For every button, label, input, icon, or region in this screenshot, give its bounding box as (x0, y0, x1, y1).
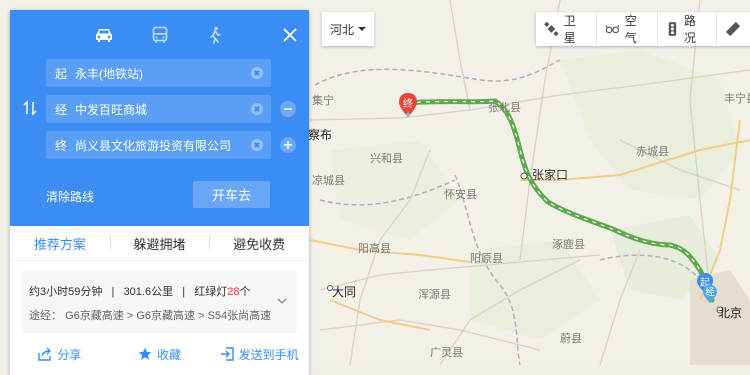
clear-start-icon[interactable] (251, 67, 263, 79)
map-label-xinghe: 兴和县 (370, 153, 403, 165)
route-panel: 起 永丰(地铁站) 经 中发百旺商城 终 尚义县文化旅游投资有限公司 清除路线 … (10, 10, 309, 375)
map-label-yanggao: 阳高县 (358, 243, 391, 255)
map-label-jining: 集宁 (312, 95, 334, 107)
via-tag: 经 (55, 102, 68, 117)
star-icon (138, 347, 152, 360)
map-label-chicheng: 赤城县 (636, 146, 669, 158)
via-marker-label: 经 (705, 287, 715, 297)
map-label-zhangbei: 张北县 (488, 102, 521, 114)
route-panel-header: 起 永丰(地铁站) 经 中发百旺商城 终 尚义县文化旅游投资有限公司 清除路线 … (10, 10, 309, 226)
caret-down-icon (358, 27, 366, 31)
share-icon (38, 347, 52, 361)
map-label-datong: 大同 (332, 285, 357, 299)
road-1: G6京藏高速 (65, 310, 124, 322)
mode-walk[interactable] (203, 23, 227, 47)
walk-icon (210, 26, 221, 44)
chevron-right-icon: > (198, 310, 205, 322)
clear-end-icon[interactable] (251, 139, 263, 151)
traffic-lights-suffix: 个 (239, 286, 251, 298)
route-summary: 约3小时59分钟 | 301.6公里 | 红绿灯28个 (29, 283, 251, 299)
air-quality-label: 空气 (624, 14, 637, 45)
route-via-roads: 途经： G6京藏高速 > G6京藏高速 > S54张尚高速 (29, 307, 271, 323)
via-field[interactable]: 经 中发百旺商城 (46, 95, 271, 123)
road-3: S54张尚高速 (207, 310, 272, 322)
route-actions: 分享 收藏 发送到手机 (10, 333, 309, 375)
traffic-button[interactable]: 路况 (658, 12, 717, 46)
map-toolbar: 卫星 空气 路况 (536, 12, 750, 46)
start-value: 永丰(地铁站) (75, 66, 144, 81)
start-field[interactable]: 起 永丰(地铁站) (46, 59, 271, 87)
close-button[interactable] (278, 23, 302, 47)
region-label: 河北 (329, 22, 354, 37)
map-label-zhuolu: 涿鹿县 (552, 239, 585, 251)
chevron-down-icon (277, 298, 287, 304)
map-label-zhangjiakou: 张家口 (532, 168, 569, 182)
via-value: 中发百旺商城 (75, 102, 148, 117)
traffic-lights-count: 28 (227, 286, 240, 298)
via-label: 途经： (29, 310, 62, 322)
share-label: 分享 (57, 347, 82, 362)
end-marker-label: 终 (403, 99, 413, 110)
map-label-huaian: 怀安县 (444, 189, 477, 201)
traffic-lights-prefix: 红绿灯 (194, 286, 228, 298)
map-label-liangcheng: 凉城县 (312, 175, 345, 187)
route-strategy-tabs: 推荐方案 躲避拥堵 避免收费 (10, 226, 309, 261)
end-field[interactable]: 终 尚义县文化旅游投资有限公司 (46, 131, 271, 159)
road-2: G6京藏高速 (136, 310, 195, 322)
route-summary-card[interactable]: 约3小时59分钟 | 301.6公里 | 红绿灯28个 途经： G6京藏高速 >… (22, 271, 297, 333)
map-label-hunyuan: 浑源县 (418, 289, 451, 301)
route-end-marker[interactable]: 终 (398, 92, 418, 118)
swap-button[interactable] (22, 100, 38, 116)
ruler-icon (725, 21, 741, 37)
air-quality-button[interactable]: 空气 (597, 12, 658, 46)
send-to-phone-icon (220, 347, 234, 361)
car-icon (96, 29, 112, 42)
map-label-beijing: 北京 (718, 306, 743, 320)
tab-avoid-tolls[interactable]: 避免收费 (209, 226, 309, 260)
route-via-marker[interactable]: 经 (702, 284, 718, 304)
favorite-button[interactable]: 收藏 (110, 346, 210, 363)
map-label-chabu: 察布 (308, 128, 333, 142)
start-driving-button[interactable]: 开车去 (193, 181, 270, 208)
favorite-label: 收藏 (157, 347, 182, 362)
route-time: 约3小时59分钟 (29, 286, 103, 298)
map-label-fengning: 丰宁县 (724, 93, 750, 105)
map-label-guangling: 广灵县 (430, 347, 463, 359)
add-via-button[interactable] (280, 137, 296, 153)
swap-arrows-icon (23, 100, 37, 116)
glasses-icon (605, 25, 620, 34)
send-to-phone-button[interactable]: 发送到手机 (209, 346, 309, 363)
satellite-button[interactable]: 卫星 (536, 12, 597, 46)
travel-mode-bar (10, 23, 309, 47)
clear-via-icon[interactable] (251, 103, 263, 115)
plus-icon (284, 141, 292, 149)
chevron-right-icon: > (126, 310, 134, 322)
remove-via-button[interactable] (280, 101, 296, 117)
mode-drive[interactable] (92, 23, 116, 47)
tab-avoid-congestion[interactable]: 躲避拥堵 (109, 226, 210, 260)
separator: | (111, 286, 115, 298)
bus-icon (152, 26, 168, 43)
send-to-phone-label: 发送到手机 (238, 347, 299, 362)
tab-recommended[interactable]: 推荐方案 (10, 226, 110, 260)
region-selector[interactable]: 河北 (322, 12, 374, 46)
map-label-yangyuan: 阳原县 (470, 253, 503, 265)
map-label-yuxian: 蔚县 (560, 333, 582, 345)
traffic-label: 路况 (683, 14, 696, 45)
traffic-light-icon (668, 22, 677, 36)
satellite-icon (544, 21, 559, 37)
minus-icon (284, 108, 292, 110)
route-distance: 301.6公里 (123, 286, 174, 298)
share-button[interactable]: 分享 (10, 346, 110, 363)
ruler-button[interactable] (717, 12, 750, 46)
end-tag: 终 (55, 138, 68, 153)
close-icon (283, 28, 297, 42)
mode-bus[interactable] (148, 23, 172, 47)
separator: | (182, 286, 186, 298)
clear-route-link[interactable]: 清除路线 (46, 188, 94, 205)
start-tag: 起 (55, 66, 68, 81)
end-value: 尚义县文化旅游投资有限公司 (75, 138, 232, 153)
satellite-label: 卫星 (563, 14, 576, 45)
